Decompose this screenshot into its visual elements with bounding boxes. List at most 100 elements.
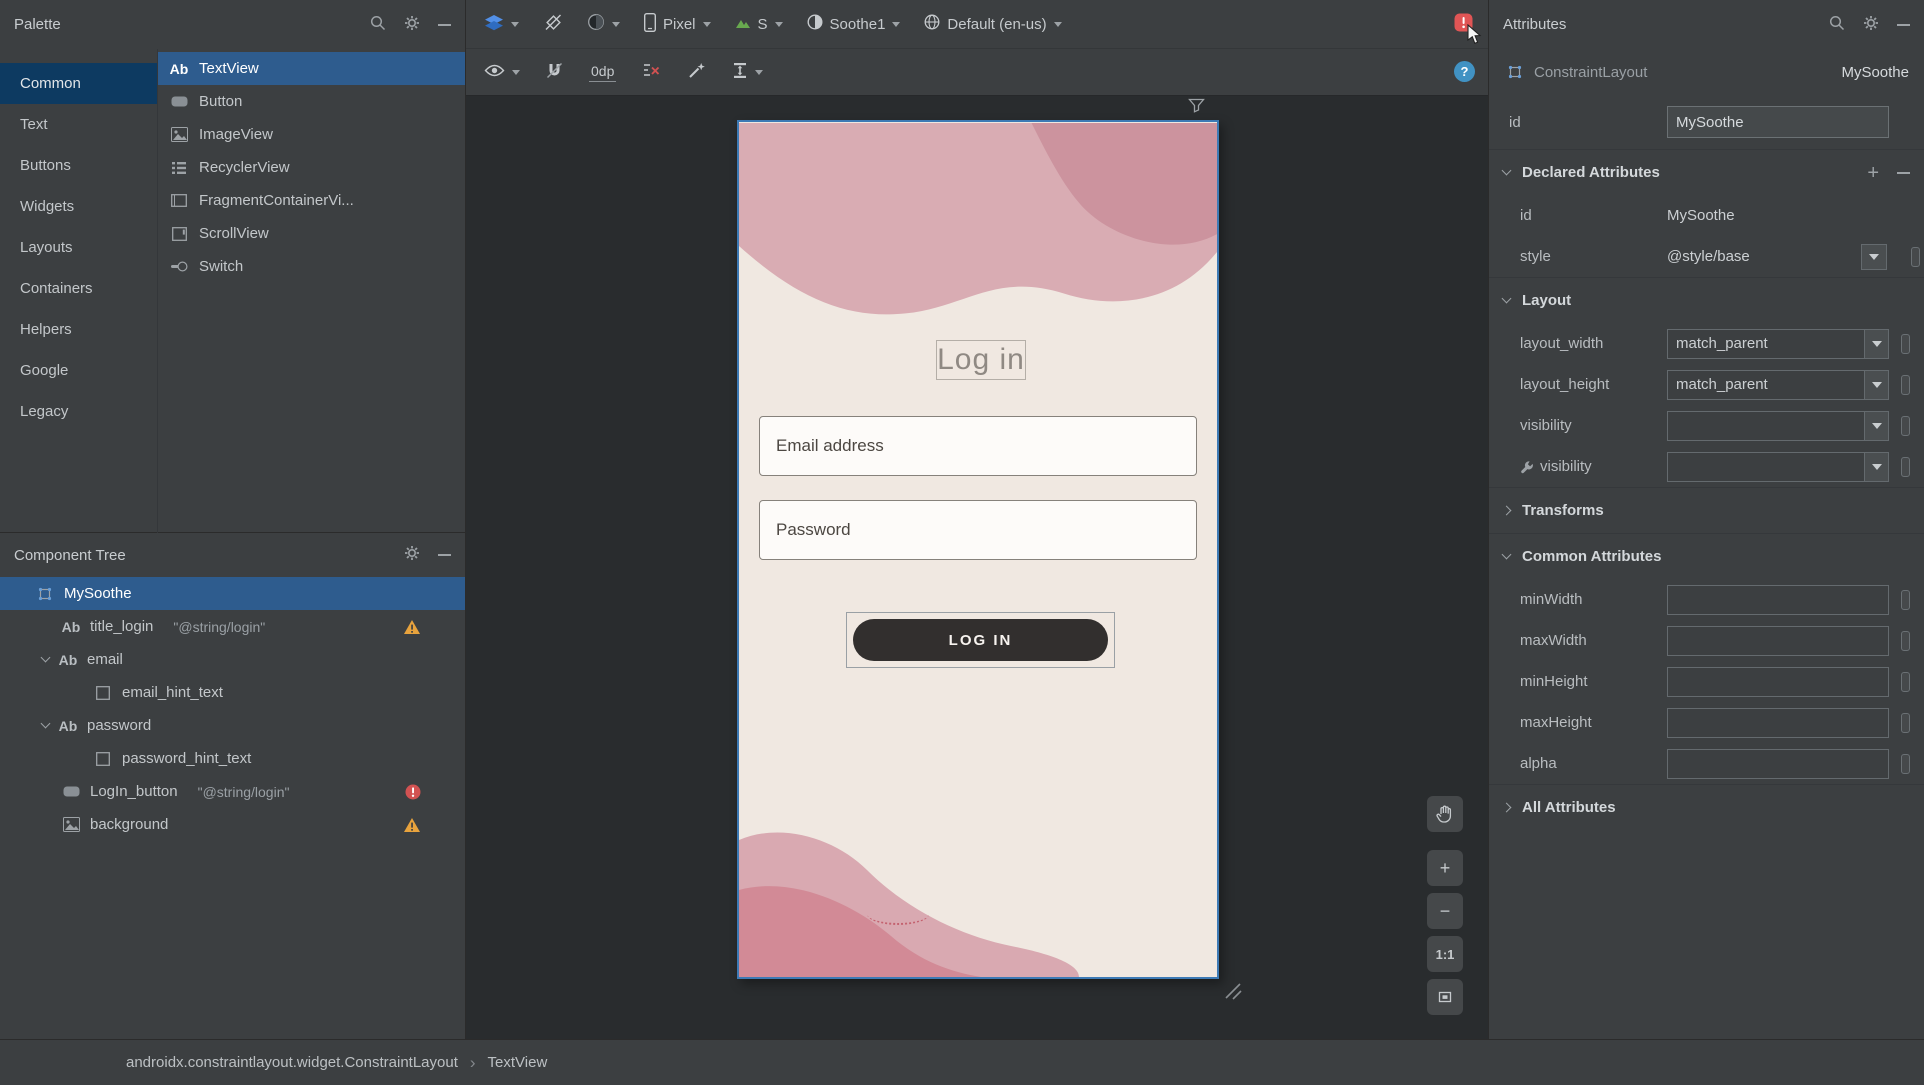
- dropdown-button[interactable]: [1864, 329, 1888, 358]
- minimize-icon[interactable]: [438, 23, 451, 26]
- maxwidth-field[interactable]: [1667, 625, 1889, 656]
- section-declared-attributes[interactable]: Declared Attributes +: [1489, 149, 1924, 195]
- night-mode-select[interactable]: [587, 13, 620, 35]
- magic-wand-icon: [687, 61, 706, 84]
- tools-attribute-pill[interactable]: [1901, 712, 1910, 733]
- minheight-field[interactable]: [1667, 666, 1889, 697]
- zoom-in-button[interactable]: +: [1427, 850, 1463, 886]
- pan-button[interactable]: [1427, 796, 1463, 832]
- help-button[interactable]: ?: [1454, 61, 1475, 82]
- maxheight-field[interactable]: [1667, 707, 1889, 738]
- id-field[interactable]: [1667, 106, 1889, 138]
- password-field-preview[interactable]: Password: [759, 500, 1197, 560]
- palette-item-fragmentcontainervi[interactable]: FragmentContainerVi...: [158, 184, 465, 217]
- minimize-icon[interactable]: [1897, 23, 1910, 26]
- email-field-preview[interactable]: Email address: [759, 416, 1197, 476]
- filter-icon[interactable]: [1188, 98, 1205, 117]
- layout_width-combo[interactable]: match_parent: [1667, 328, 1889, 359]
- locale-select[interactable]: Default (en-us): [924, 14, 1062, 34]
- alpha-field[interactable]: [1667, 748, 1889, 779]
- tree-item-email[interactable]: Ab email: [0, 643, 465, 676]
- tree-item-background[interactable]: background: [0, 808, 465, 841]
- tools-attribute-pill[interactable]: [1901, 374, 1910, 395]
- attributes-title: Attributes: [1503, 16, 1567, 33]
- device-preview[interactable]: Log in Email address Password LOG IN: [737, 120, 1219, 979]
- expand-chevron-icon[interactable]: [40, 652, 51, 663]
- theme-select[interactable]: Soothe1: [807, 14, 901, 34]
- login-button-preview[interactable]: LOG IN: [853, 619, 1108, 661]
- palette-category-helpers[interactable]: Helpers: [0, 309, 157, 350]
- palette-item-button[interactable]: Button: [158, 85, 465, 118]
- search-icon[interactable]: [370, 15, 386, 35]
- palette-category-buttons[interactable]: Buttons: [0, 145, 157, 186]
- minwidth-field[interactable]: [1667, 584, 1889, 615]
- tree-item-password_hint_text[interactable]: password_hint_text: [0, 742, 465, 775]
- section-all-attributes[interactable]: All Attributes: [1489, 784, 1924, 830]
- orientation-button[interactable]: [543, 12, 563, 36]
- dropdown-button[interactable]: [1864, 452, 1888, 481]
- autoconnect-button[interactable]: [546, 62, 563, 83]
- tools-attribute-pill[interactable]: [1901, 589, 1910, 610]
- breadcrumb-constraintlayout[interactable]: androidx.constraintlayout.widget.Constra…: [126, 1054, 458, 1071]
- layout_height-combo[interactable]: match_parent: [1667, 369, 1889, 400]
- api-level-select[interactable]: S: [735, 16, 783, 33]
- tree-item-password[interactable]: Ab password: [0, 709, 465, 742]
- tree-item-title_login[interactable]: Ab title_login "@string/login": [0, 610, 465, 643]
- tools-attribute-pill[interactable]: [1901, 456, 1910, 477]
- palette-item-textview[interactable]: Ab TextView: [158, 52, 465, 85]
- tools-attribute-pill[interactable]: [1901, 630, 1910, 651]
- dropdown-button[interactable]: [1864, 370, 1888, 399]
- design-canvas[interactable]: Log in Email address Password LOG IN + −…: [466, 96, 1488, 1039]
- palette-item-imageview[interactable]: ImageView: [158, 118, 465, 151]
- tools-attribute-pill[interactable]: [1901, 333, 1910, 354]
- tree-item-login_button[interactable]: LogIn_button "@string/login": [0, 775, 465, 808]
- remove-attribute-button[interactable]: [1897, 171, 1910, 174]
- add-attribute-button[interactable]: +: [1867, 163, 1879, 183]
- expand-chevron-icon[interactable]: [40, 718, 51, 729]
- tree-item-email_hint_text[interactable]: email_hint_text: [0, 676, 465, 709]
- tree-item-label: email_hint_text: [122, 684, 223, 701]
- dropdown-button[interactable]: [1864, 411, 1888, 440]
- palette-category-widgets[interactable]: Widgets: [0, 186, 157, 227]
- default-margin-button[interactable]: 0dp: [589, 63, 617, 82]
- pack-align-button[interactable]: [732, 62, 764, 83]
- title-login-textview[interactable]: Log in: [936, 340, 1026, 380]
- zoom-fit-button[interactable]: [1427, 979, 1463, 1015]
- attr-row-maxheight: maxHeight: [1489, 702, 1924, 743]
- search-icon[interactable]: [1829, 15, 1845, 35]
- tree-item-mysoothe[interactable]: MySoothe: [0, 577, 465, 610]
- palette-category-legacy[interactable]: Legacy: [0, 391, 157, 432]
- section-transforms[interactable]: Transforms: [1489, 487, 1924, 533]
- tools-attribute-pill[interactable]: [1901, 753, 1910, 774]
- tools-attribute-pill[interactable]: [1901, 415, 1910, 436]
- clear-constraints-button[interactable]: [642, 62, 661, 82]
- gear-icon[interactable]: [404, 15, 420, 35]
- minimize-icon[interactable]: [438, 554, 451, 556]
- attr-value: match_parent: [1676, 335, 1768, 352]
- palette-category-text[interactable]: Text: [0, 104, 157, 145]
- palette-category-containers[interactable]: Containers: [0, 268, 157, 309]
- view-options-button[interactable]: [484, 64, 520, 81]
- palette-category-layouts[interactable]: Layouts: [0, 227, 157, 268]
- tools-attribute-pill[interactable]: [1911, 246, 1920, 267]
- section-common-attributes[interactable]: Common Attributes: [1489, 533, 1924, 579]
- resize-handle[interactable]: [1222, 980, 1244, 1006]
- infer-constraints-button[interactable]: [687, 61, 706, 84]
- design-mode-select[interactable]: [484, 14, 519, 35]
- breadcrumb-textview[interactable]: TextView: [488, 1054, 548, 1071]
- gear-icon[interactable]: [404, 545, 420, 565]
- zoom-out-button[interactable]: −: [1427, 893, 1463, 929]
- palette-item-scrollview[interactable]: ScrollView: [158, 217, 465, 250]
- zoom-actual-button[interactable]: 1:1: [1427, 936, 1463, 972]
- palette-category-common[interactable]: Common: [0, 63, 157, 104]
- section-layout[interactable]: Layout: [1489, 277, 1924, 323]
- visibility-combo[interactable]: [1667, 410, 1889, 441]
- device-select[interactable]: Pixel: [643, 12, 711, 36]
- dropdown-button[interactable]: [1861, 243, 1887, 270]
- palette-item-switch[interactable]: Switch: [158, 250, 465, 283]
- visibility-combo[interactable]: [1667, 451, 1889, 482]
- palette-item-recyclerview[interactable]: RecyclerView: [158, 151, 465, 184]
- palette-category-google[interactable]: Google: [0, 350, 157, 391]
- tools-attribute-pill[interactable]: [1901, 671, 1910, 692]
- gear-icon[interactable]: [1863, 15, 1879, 35]
